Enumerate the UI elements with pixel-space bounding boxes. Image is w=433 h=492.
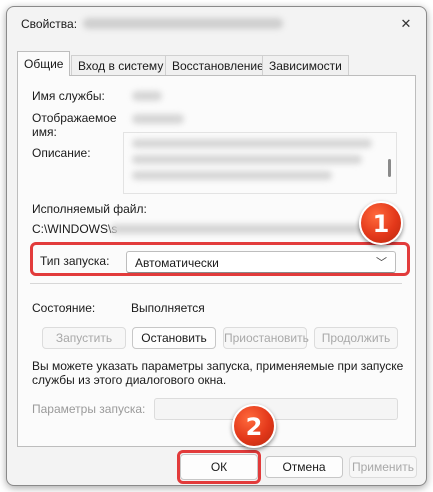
service-properties-dialog: Свойства: ✕ Общие Вход в систему Восстан… <box>6 6 427 486</box>
startup-type-value: Автоматически <box>135 256 219 270</box>
divider <box>30 283 402 284</box>
service-name-label: Имя службы: <box>32 89 105 103</box>
executable-path-blur <box>110 224 380 234</box>
display-name-value <box>132 114 184 124</box>
general-tab-panel: Имя службы: Отображаемое имя: Описание: … <box>17 75 416 447</box>
status-value: Выполняется <box>131 301 205 315</box>
step-marker-1: 1 <box>359 201 403 245</box>
hint-text-line1: Вы можете указать параметры запуска, при… <box>32 359 404 373</box>
chevron-down-icon: ﹀ <box>376 257 387 269</box>
start-params-label: Параметры запуска: <box>32 402 146 416</box>
display-name-label-line2: имя: <box>32 125 57 139</box>
ok-button-highlight <box>177 450 261 484</box>
cancel-button[interactable]: Отмена <box>265 456 343 478</box>
close-button[interactable]: ✕ <box>396 15 416 33</box>
description-label: Описание: <box>32 146 91 160</box>
window-title: Свойства: <box>21 17 78 31</box>
start-button[interactable]: Запустить <box>42 327 126 349</box>
description-text-line <box>132 139 372 148</box>
startup-type-select[interactable]: Автоматически ﹀ <box>126 251 396 273</box>
blurred-service-name <box>83 18 283 29</box>
hint-text-line2: службы из этого диалогового окна. <box>32 373 227 387</box>
tab-dependencies[interactable]: Зависимости <box>262 55 349 75</box>
description-scrollbar[interactable] <box>388 159 391 177</box>
title-bar: Свойства: ✕ <box>7 7 426 41</box>
tab-recovery[interactable]: Восстановление <box>165 55 271 75</box>
executable-path: C:\WINDOWS\s <box>32 222 118 236</box>
tab-general[interactable]: Общие <box>17 51 71 76</box>
description-box <box>123 132 397 194</box>
description-text-line <box>132 155 362 164</box>
description-text-line <box>132 171 332 180</box>
step-marker-2: 2 <box>232 404 276 448</box>
pause-button[interactable]: Приостановить <box>223 327 309 349</box>
display-name-label-line1: Отображаемое <box>32 111 117 125</box>
tab-logon[interactable]: Вход в систему <box>71 55 171 75</box>
executable-label: Исполняемый файл: <box>32 202 147 216</box>
startup-type-label: Тип запуска: <box>40 254 110 268</box>
status-label: Состояние: <box>32 301 96 315</box>
apply-button[interactable]: Применить <box>349 456 417 478</box>
start-params-input[interactable] <box>154 398 398 420</box>
service-name-value <box>132 91 162 101</box>
resume-button[interactable]: Продолжить <box>314 327 398 349</box>
stop-button[interactable]: Остановить <box>132 327 216 349</box>
